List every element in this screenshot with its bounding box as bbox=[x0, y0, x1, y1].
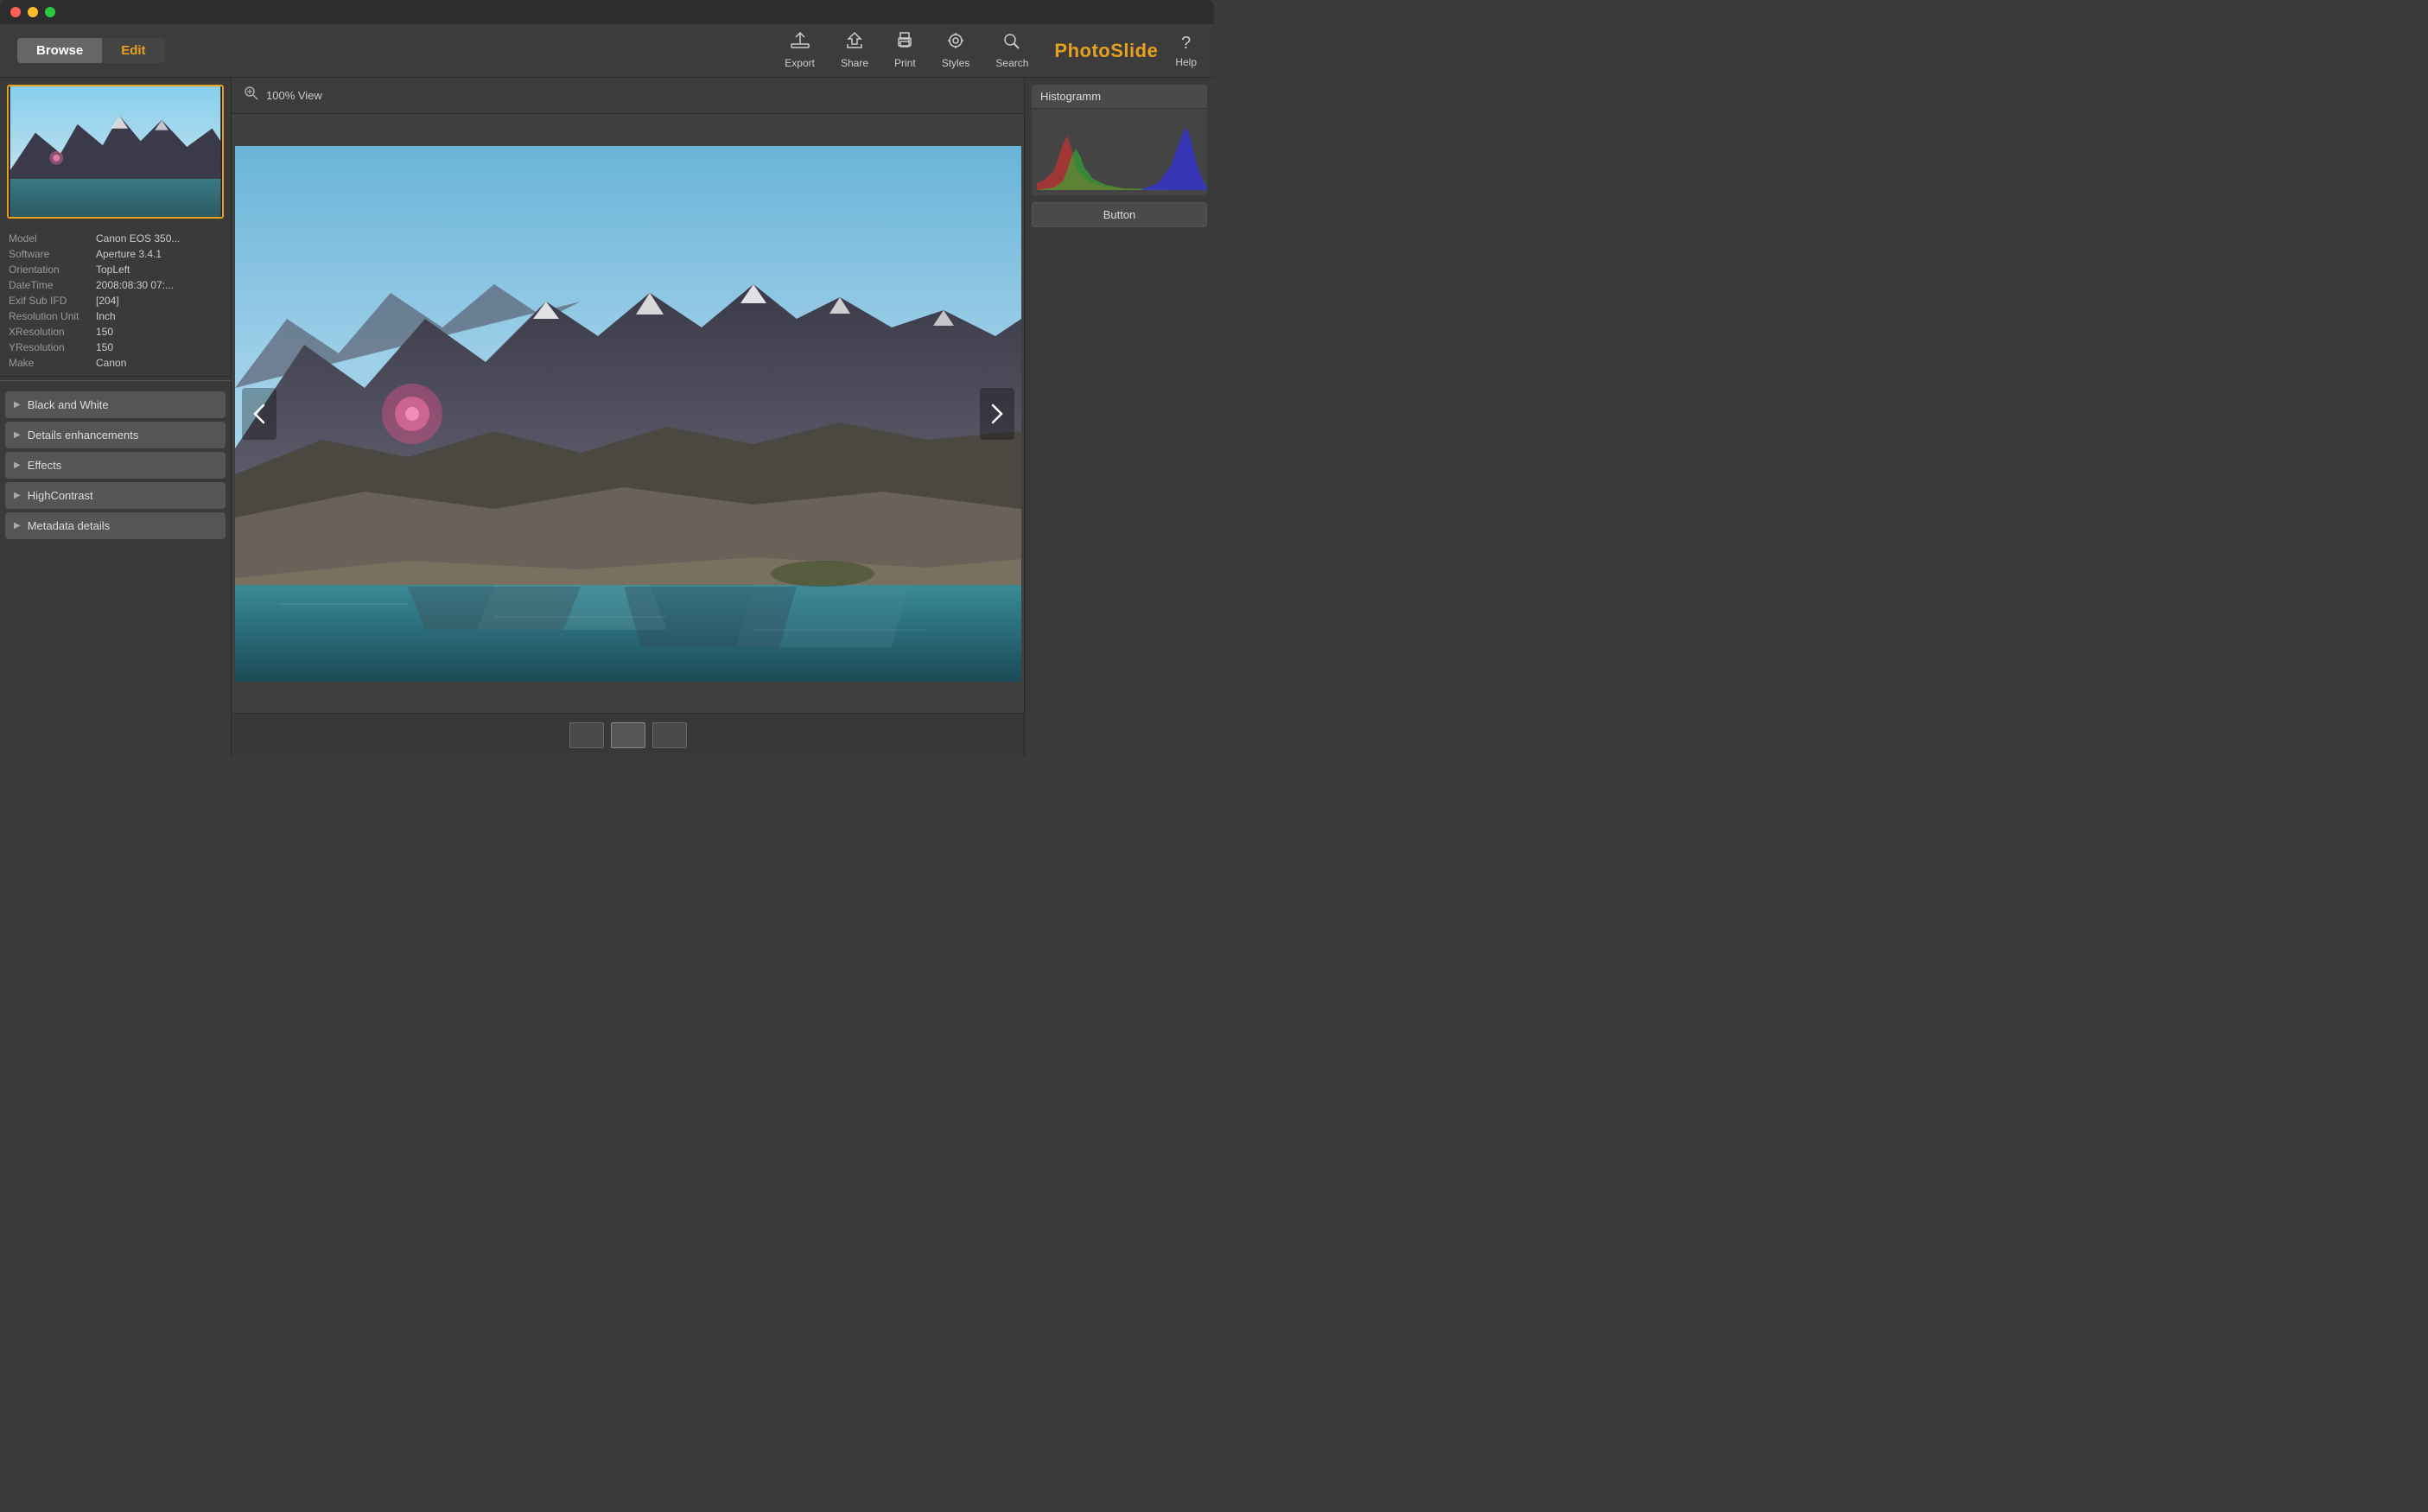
meta-label-orientation: Orientation bbox=[9, 264, 91, 276]
filmstrip-thumb-2[interactable] bbox=[611, 722, 645, 748]
share-button[interactable]: Share bbox=[841, 32, 868, 69]
title-bar bbox=[0, 0, 1214, 24]
filmstrip-thumb-3[interactable] bbox=[652, 722, 687, 748]
meta-label-model: Model bbox=[9, 232, 91, 245]
metadata-area: Model Canon EOS 350... Software Aperture… bbox=[0, 226, 231, 377]
panel-list: ▶ Black and White ▶ Details enhancements… bbox=[0, 384, 231, 546]
styles-button[interactable]: Styles bbox=[942, 32, 970, 69]
minimize-button[interactable] bbox=[28, 7, 38, 17]
meta-row-yres: YResolution 150 bbox=[9, 340, 222, 355]
search-button[interactable]: Search bbox=[995, 32, 1028, 69]
right-panel: Histogramm Button bbox=[1024, 78, 1214, 756]
meta-row-model: Model Canon EOS 350... bbox=[9, 231, 222, 246]
meta-row-software: Software Aperture 3.4.1 bbox=[9, 246, 222, 262]
close-button[interactable] bbox=[10, 7, 21, 17]
photo-container bbox=[235, 146, 1021, 682]
meta-label-datetime: DateTime bbox=[9, 279, 91, 291]
meta-label-software: Software bbox=[9, 248, 91, 260]
export-button[interactable]: Export bbox=[785, 32, 815, 69]
meta-value-xres: 150 bbox=[96, 326, 113, 338]
meta-value-orientation: TopLeft bbox=[96, 264, 130, 276]
histogram-title: Histogramm bbox=[1032, 85, 1207, 109]
meta-value-yres: 150 bbox=[96, 341, 113, 353]
filmstrip-thumb-1[interactable] bbox=[569, 722, 604, 748]
meta-label-exif: Exif Sub IFD bbox=[9, 295, 91, 307]
main-photo bbox=[235, 146, 1021, 682]
panel-item-metadata[interactable]: ▶ Metadata details bbox=[5, 512, 226, 539]
meta-label-yres: YResolution bbox=[9, 341, 91, 353]
meta-value-exif: [204] bbox=[96, 295, 119, 307]
toolbar-actions: Export Share Print bbox=[785, 32, 1028, 69]
main-layout: Model Canon EOS 350... Software Aperture… bbox=[0, 78, 1214, 756]
panel-item-bw[interactable]: ▶ Black and White bbox=[5, 391, 226, 418]
panel-arrow-effects: ▶ bbox=[14, 461, 21, 470]
panel-arrow-metadata: ▶ bbox=[14, 521, 21, 530]
meta-row-exif: Exif Sub IFD [204] bbox=[9, 293, 222, 308]
browse-button[interactable]: Browse bbox=[17, 38, 102, 63]
meta-row-resunit: Resolution Unit Inch bbox=[9, 308, 222, 324]
search-label: Search bbox=[995, 57, 1028, 69]
panel-label-details: Details enhancements bbox=[28, 429, 139, 442]
meta-label-resunit: Resolution Unit bbox=[9, 310, 91, 322]
button-widget[interactable]: Button bbox=[1032, 202, 1207, 227]
view-zoom-label: 100% View bbox=[266, 89, 322, 102]
meta-label-make: Make bbox=[9, 357, 91, 369]
meta-row-datetime: DateTime 2008:08:30 07:... bbox=[9, 277, 222, 293]
toolbar: Browse Edit Export Share bbox=[0, 24, 1214, 78]
panel-arrow-highcontrast: ▶ bbox=[14, 491, 21, 500]
center-area: 100% View bbox=[232, 78, 1024, 756]
edit-button[interactable]: Edit bbox=[102, 38, 164, 63]
print-icon bbox=[895, 32, 914, 54]
app-title: PhotoSlide bbox=[1054, 40, 1158, 62]
print-button[interactable]: Print bbox=[894, 32, 916, 69]
share-icon bbox=[845, 32, 864, 54]
histogram-widget: Histogramm bbox=[1032, 85, 1207, 195]
sidebar: Model Canon EOS 350... Software Aperture… bbox=[0, 78, 232, 756]
styles-label: Styles bbox=[942, 57, 970, 69]
meta-value-resunit: Inch bbox=[96, 310, 116, 322]
panel-label-highcontrast: HighContrast bbox=[28, 489, 93, 502]
meta-row-orientation: Orientation TopLeft bbox=[9, 262, 222, 277]
print-label: Print bbox=[894, 57, 916, 69]
export-icon bbox=[791, 32, 810, 54]
maximize-button[interactable] bbox=[45, 7, 55, 17]
help-icon: ? bbox=[1181, 34, 1191, 54]
search-icon bbox=[1002, 32, 1021, 54]
next-arrow-button[interactable] bbox=[980, 388, 1014, 440]
panel-item-details[interactable]: ▶ Details enhancements bbox=[5, 422, 226, 448]
prev-arrow-button[interactable] bbox=[242, 388, 276, 440]
panel-arrow-bw: ▶ bbox=[14, 400, 21, 410]
photo-viewport bbox=[232, 114, 1024, 713]
panel-item-highcontrast[interactable]: ▶ HighContrast bbox=[5, 482, 226, 509]
panel-label-metadata: Metadata details bbox=[28, 519, 110, 532]
export-label: Export bbox=[785, 57, 815, 69]
share-label: Share bbox=[841, 57, 868, 69]
nav-buttons: Browse Edit bbox=[17, 38, 165, 63]
meta-value-model: Canon EOS 350... bbox=[96, 232, 180, 245]
view-header: 100% View bbox=[232, 78, 1024, 114]
meta-value-datetime: 2008:08:30 07:... bbox=[96, 279, 174, 291]
panel-item-effects[interactable]: ▶ Effects bbox=[5, 452, 226, 479]
panel-label-bw: Black and White bbox=[28, 398, 109, 411]
panel-label-effects: Effects bbox=[28, 459, 62, 472]
divider bbox=[0, 380, 231, 381]
meta-label-xres: XResolution bbox=[9, 326, 91, 338]
thumbnail-area bbox=[0, 78, 231, 226]
panel-arrow-details: ▶ bbox=[14, 430, 21, 440]
meta-value-software: Aperture 3.4.1 bbox=[96, 248, 162, 260]
meta-value-make: Canon bbox=[96, 357, 126, 369]
styles-icon bbox=[946, 32, 965, 54]
zoom-icon bbox=[244, 86, 259, 105]
filmstrip-bar bbox=[232, 713, 1024, 756]
meta-row-make: Make Canon bbox=[9, 355, 222, 371]
thumbnail-wrapper[interactable] bbox=[7, 85, 224, 219]
histogram-chart bbox=[1032, 109, 1207, 195]
meta-row-xres: XResolution 150 bbox=[9, 324, 222, 340]
help-button[interactable]: ? Help bbox=[1175, 34, 1197, 68]
help-label: Help bbox=[1175, 56, 1197, 68]
